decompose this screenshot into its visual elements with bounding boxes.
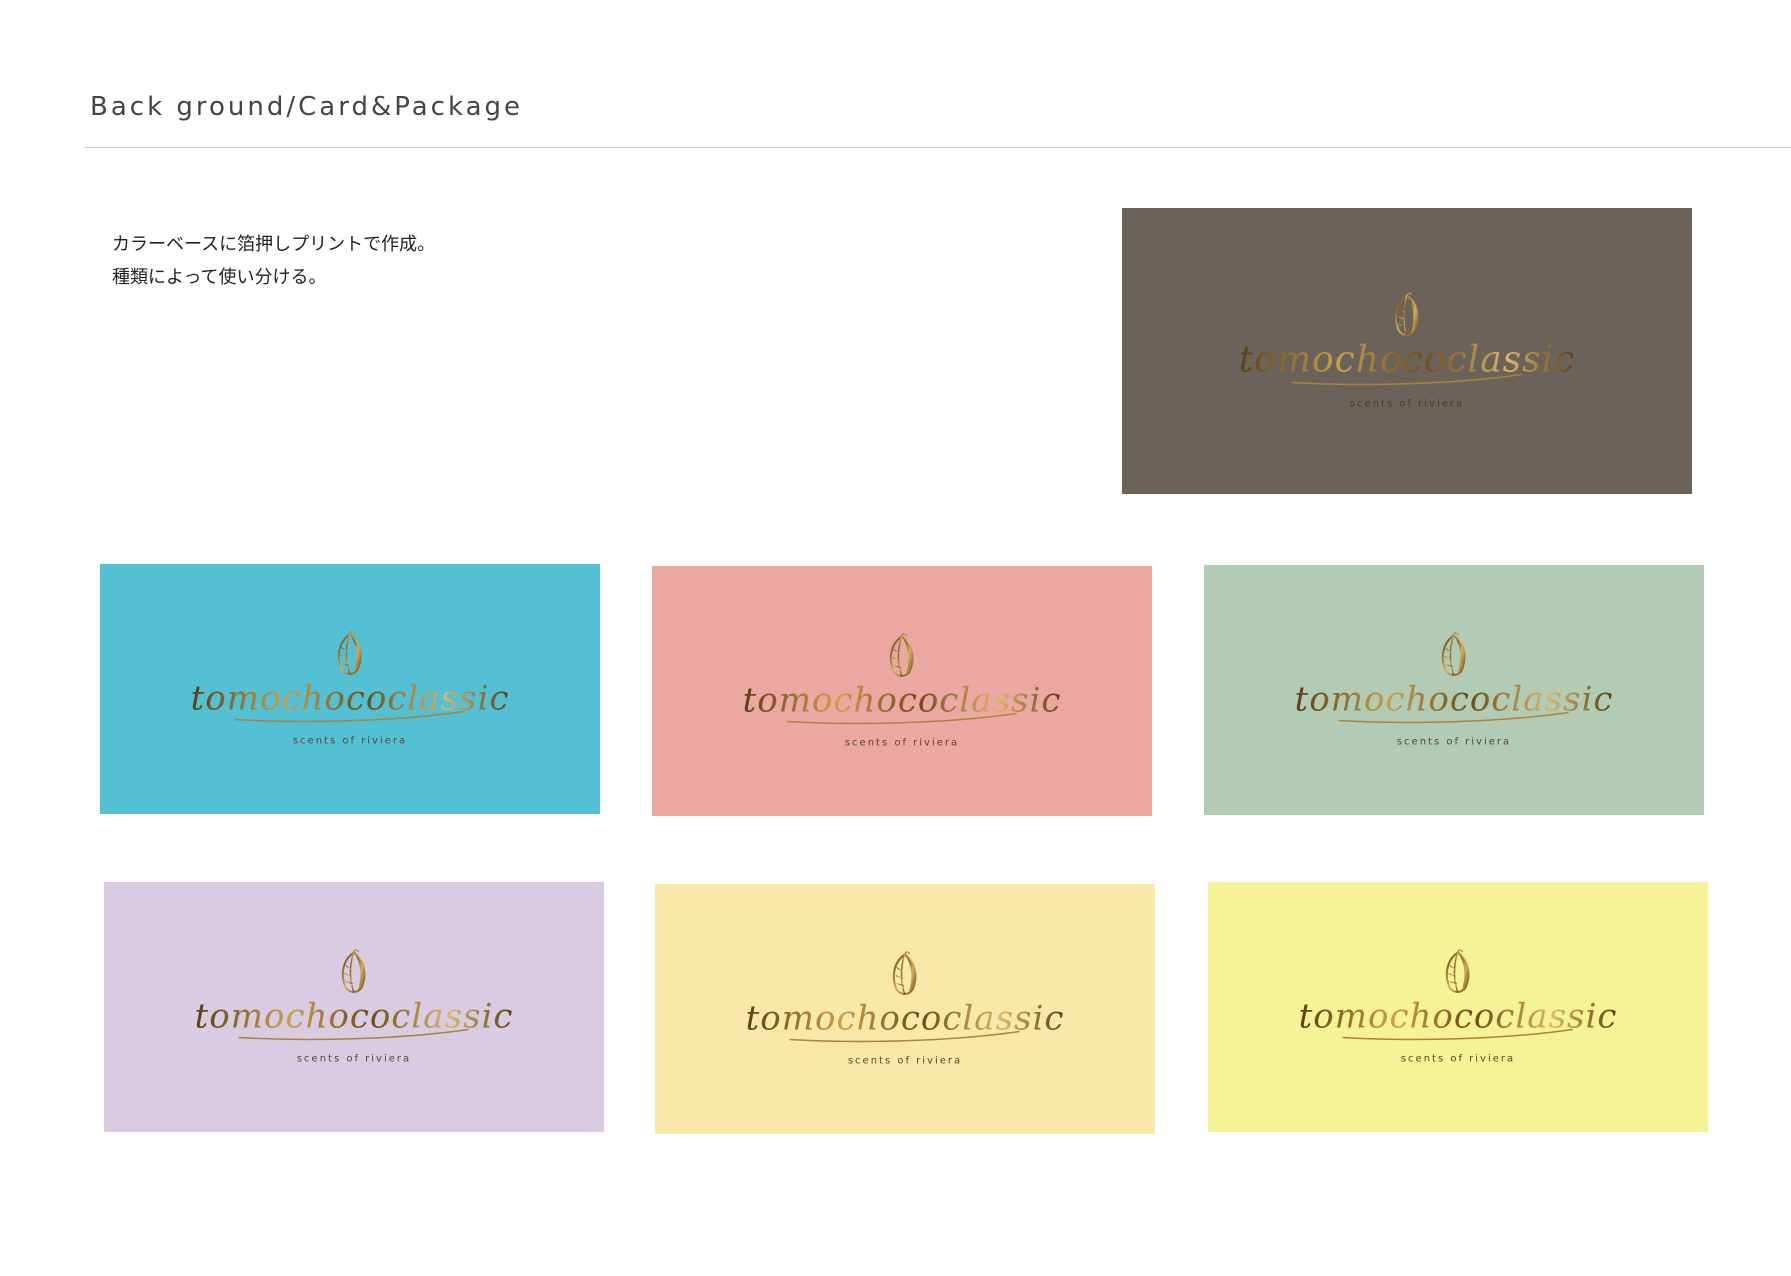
swash-underline (1342, 1028, 1574, 1041)
description-line-2: 種類によって使い分ける。 (112, 267, 327, 288)
page-title: Back ground/Card&Package (90, 92, 524, 122)
card-turquoise: tomochococlassic scents of riviera (100, 564, 600, 814)
cacao-pod-icon (1442, 632, 1466, 676)
brand-tagline: scents of riviera (296, 1053, 412, 1065)
swash-underline (786, 712, 1018, 725)
brand-tagline: scents of riviera (292, 735, 408, 747)
card-pink: tomochococlassic scents of riviera (652, 566, 1152, 816)
swash-underline (1291, 373, 1523, 386)
brand-logo: tomochococlassic scents of riviera (1299, 949, 1618, 1065)
card-cream: tomochococlassic scents of riviera (655, 884, 1155, 1134)
description-line-1: カラーベースに箔押しプリントで作成。 (112, 234, 436, 255)
card-taupe: tomochococlassic scents of riviera (1122, 208, 1692, 494)
brand-logo: tomochococlassic scents of riviera (1295, 632, 1614, 748)
brand-logo: tomochococlassic scents of riviera (191, 631, 510, 747)
brand-logo: tomochococlassic scents of riviera (743, 633, 1062, 749)
card-lemon: tomochococlassic scents of riviera (1208, 882, 1708, 1132)
swash-underline (234, 710, 466, 723)
brand-tagline: scents of riviera (1400, 1053, 1516, 1065)
brand-logo: tomochococlassic scents of riviera (195, 949, 514, 1065)
swash-underline (789, 1030, 1021, 1043)
title-divider (84, 147, 1791, 148)
brand-logo: tomochococlassic scents of riviera (746, 951, 1065, 1067)
brand-tagline: scents of riviera (1349, 398, 1465, 410)
cacao-pod-icon (342, 949, 366, 993)
brand-tagline: scents of riviera (847, 1055, 963, 1067)
cacao-pod-icon (338, 631, 362, 675)
description: カラーベースに箔押しプリントで作成。 種類によって使い分ける。 (112, 228, 435, 294)
brand-logo: tomochococlassic scents of riviera (1239, 292, 1576, 410)
cacao-pod-icon (893, 951, 917, 995)
brand-tagline: scents of riviera (844, 737, 960, 749)
card-lavender: tomochococlassic scents of riviera (104, 882, 604, 1132)
cacao-pod-icon (890, 633, 914, 677)
card-sage: tomochococlassic scents of riviera (1204, 565, 1704, 815)
cacao-pod-icon (1446, 949, 1470, 993)
swash-underline (238, 1028, 470, 1041)
swash-underline (1338, 711, 1570, 724)
cacao-pod-icon (1395, 292, 1419, 336)
brand-tagline: scents of riviera (1396, 736, 1512, 748)
